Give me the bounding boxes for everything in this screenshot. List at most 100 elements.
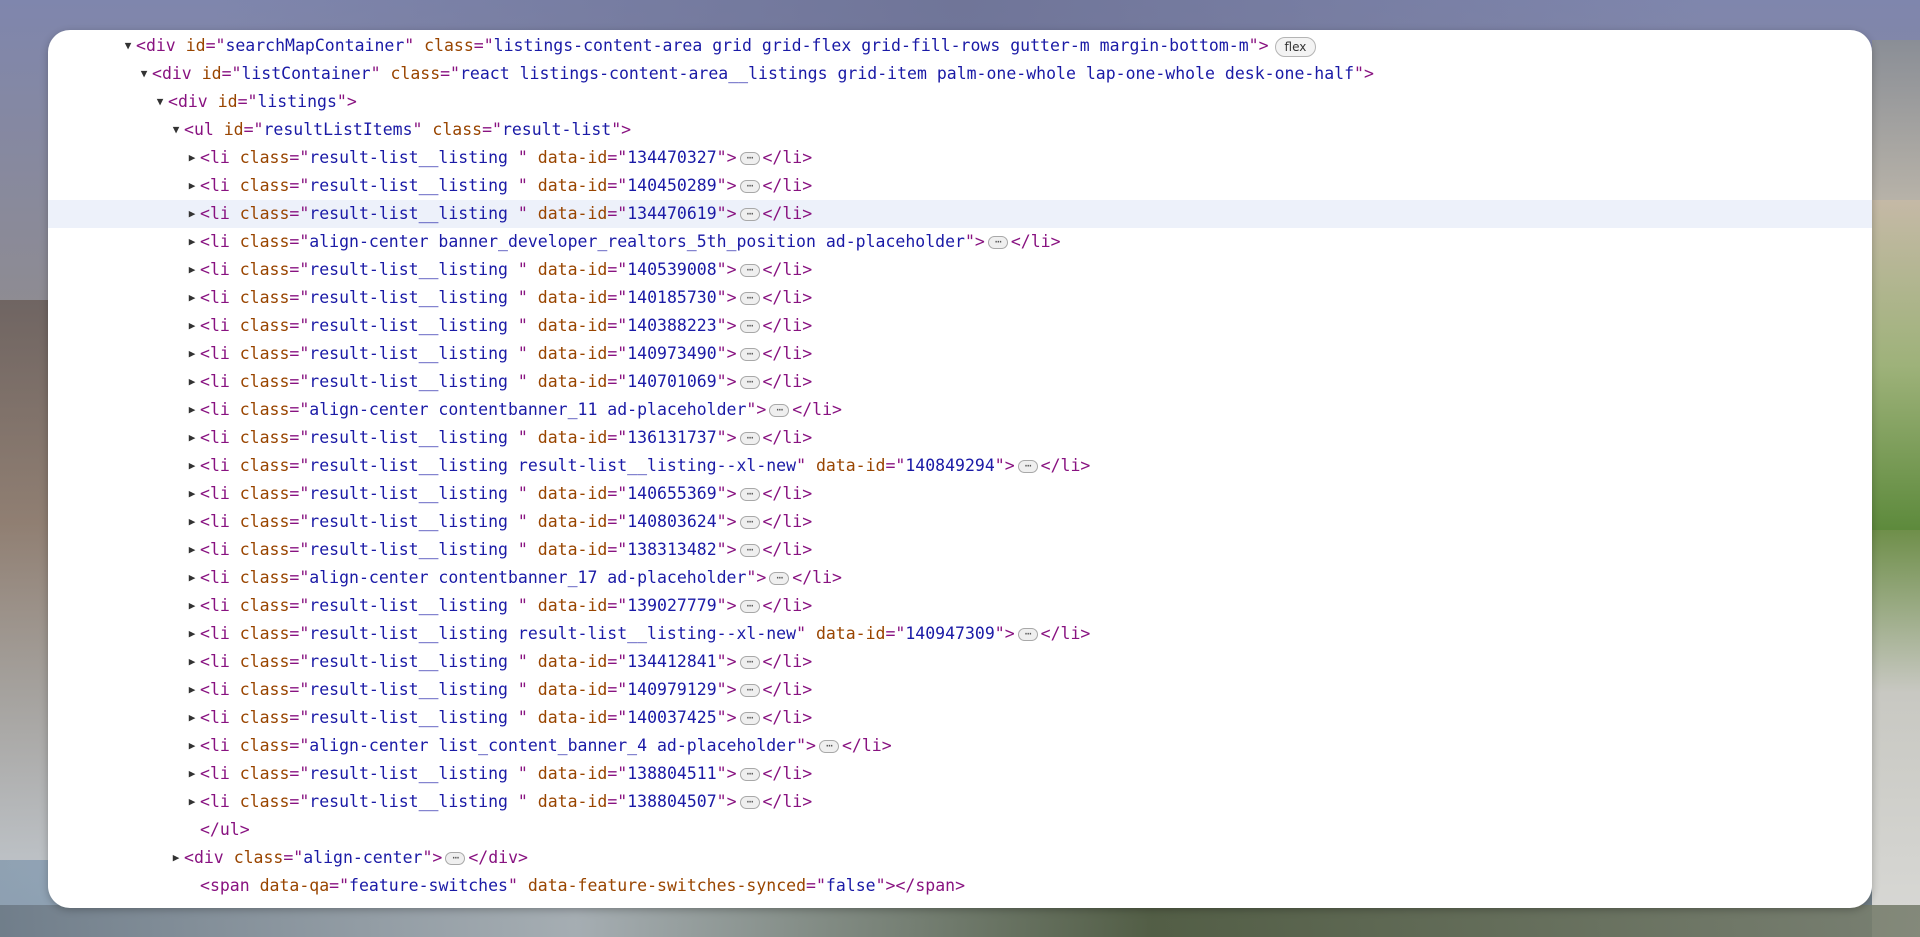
attribute-value[interactable]: 139027779 [627, 596, 716, 615]
attribute-name[interactable]: data-id [538, 260, 608, 279]
collapsed-children-ellipsis-icon[interactable]: ⋯ [445, 852, 466, 865]
attribute-value[interactable]: 134412841 [627, 652, 716, 671]
attribute-name[interactable]: data-id [816, 624, 886, 643]
attribute-value[interactable]: align-center contentbanner_11 ad-placeho… [309, 400, 746, 419]
attribute-name[interactable]: class [240, 456, 290, 475]
attribute-name[interactable]: class [240, 652, 290, 671]
attribute-name[interactable]: class [240, 512, 290, 531]
collapsed-children-ellipsis-icon[interactable]: ⋯ [739, 516, 760, 529]
attribute-name[interactable]: data-id [538, 596, 608, 615]
attribute-name[interactable]: data-id [538, 176, 608, 195]
attribute-value[interactable]: result-list__listing [309, 764, 518, 783]
attribute-name[interactable]: data-id [538, 512, 608, 531]
dom-node-row[interactable]: ▶ <li class="result-list__listing " data-… [48, 592, 1872, 620]
collapsed-children-ellipsis-icon[interactable]: ⋯ [739, 488, 760, 501]
collapsed-children-ellipsis-icon[interactable]: ⋯ [739, 432, 760, 445]
dom-node-row[interactable]: ▶ <li class="align-center list_content_ba… [48, 732, 1872, 760]
collapsed-children-ellipsis-icon[interactable]: ⋯ [987, 236, 1008, 249]
collapsed-children-ellipsis-icon[interactable]: ⋯ [739, 320, 760, 333]
attribute-name[interactable]: class [424, 36, 474, 55]
attribute-name[interactable]: class [240, 260, 290, 279]
collapsed-children-ellipsis-icon[interactable]: ⋯ [739, 292, 760, 305]
attribute-value[interactable]: result-list__listing [309, 484, 518, 503]
attribute-value[interactable]: result-list__listing [309, 596, 518, 615]
collapse-triangle-icon[interactable]: ▶ [184, 620, 200, 648]
attribute-name[interactable]: data-id [538, 708, 608, 727]
collapse-triangle-icon[interactable]: ▶ [184, 200, 200, 228]
attribute-name[interactable]: data-id [538, 680, 608, 699]
dom-node-row[interactable]: ▶ <li class="result-list__listing " data-… [48, 676, 1872, 704]
attribute-name[interactable]: class [240, 596, 290, 615]
attribute-name[interactable]: data-id [816, 456, 886, 475]
attribute-value[interactable]: 140979129 [627, 680, 716, 699]
attribute-value[interactable]: 140037425 [627, 708, 716, 727]
attribute-name[interactable]: class [240, 288, 290, 307]
collapse-triangle-icon[interactable]: ▶ [184, 312, 200, 340]
attribute-value[interactable]: resultListItems [264, 120, 413, 139]
attribute-name[interactable]: data-id [538, 792, 608, 811]
expand-triangle-icon[interactable]: ▼ [152, 88, 168, 116]
dom-node-row[interactable]: ▶ <div class="align-center"> ⋯ </div> [48, 844, 1872, 872]
attribute-name[interactable]: data-id [538, 344, 608, 363]
attribute-name[interactable]: class [432, 120, 482, 139]
collapsed-children-ellipsis-icon[interactable]: ⋯ [739, 656, 760, 669]
dom-node-row[interactable]: ▼ <div id="listings"> [48, 88, 1872, 116]
attribute-name[interactable]: data-id [538, 652, 608, 671]
attribute-value[interactable]: 140450289 [627, 176, 716, 195]
attribute-name[interactable]: data-id [538, 372, 608, 391]
attribute-value[interactable]: 140947309 [905, 624, 994, 643]
attribute-value[interactable]: false [826, 876, 876, 895]
dom-node-row[interactable]: ▶ <li class="result-list__listing " data-… [48, 256, 1872, 284]
attribute-name[interactable]: class [240, 316, 290, 335]
collapsed-children-ellipsis-icon[interactable]: ⋯ [739, 796, 760, 809]
attribute-value[interactable]: searchMapContainer [225, 36, 404, 55]
dom-node-row[interactable]: ▶ <li class="align-center contentbanner_1… [48, 396, 1872, 424]
attribute-name[interactable]: class [240, 344, 290, 363]
attribute-name[interactable]: class [240, 736, 290, 755]
attribute-name[interactable]: class [240, 372, 290, 391]
attribute-value[interactable]: 140539008 [627, 260, 716, 279]
attribute-value[interactable]: result-list__listing [309, 204, 518, 223]
attribute-value[interactable]: align-center [303, 848, 422, 867]
dom-node-row[interactable]: ▶ <li class="align-center banner_develope… [48, 228, 1872, 256]
collapse-triangle-icon[interactable]: ▶ [184, 256, 200, 284]
collapse-triangle-icon[interactable]: ▶ [184, 676, 200, 704]
attribute-value[interactable]: result-list__listing [309, 540, 518, 559]
collapsed-children-ellipsis-icon[interactable]: ⋯ [739, 768, 760, 781]
dom-node-row[interactable]: ▶ <li class="result-list__listing " data-… [48, 284, 1872, 312]
collapsed-children-ellipsis-icon[interactable]: ⋯ [739, 600, 760, 613]
attribute-value[interactable]: align-center contentbanner_17 ad-placeho… [309, 568, 746, 587]
attribute-name[interactable]: class [240, 792, 290, 811]
collapse-triangle-icon[interactable]: ▶ [184, 732, 200, 760]
dom-node-row[interactable]: ▶ <li class="result-list__listing " data-… [48, 760, 1872, 788]
collapsed-children-ellipsis-icon[interactable]: ⋯ [739, 264, 760, 277]
collapse-triangle-icon[interactable]: ▶ [184, 788, 200, 816]
attribute-name[interactable]: id [186, 36, 206, 55]
collapsed-children-ellipsis-icon[interactable]: ⋯ [739, 180, 760, 193]
attribute-value[interactable]: 138804511 [627, 764, 716, 783]
dom-node-row[interactable]: ▼ <div id="listContainer" class="react li… [48, 60, 1872, 88]
collapse-triangle-icon[interactable]: ▶ [184, 368, 200, 396]
attribute-name[interactable]: class [234, 848, 284, 867]
collapse-triangle-icon[interactable]: ▶ [184, 228, 200, 256]
expand-triangle-icon[interactable]: ▼ [120, 32, 136, 60]
collapsed-children-ellipsis-icon[interactable]: ⋯ [818, 740, 839, 753]
flex-layout-badge[interactable]: flex [1274, 36, 1317, 57]
attribute-value[interactable]: 140185730 [627, 288, 716, 307]
attribute-value[interactable]: feature-switches [349, 876, 508, 895]
attribute-name[interactable]: id [224, 120, 244, 139]
attribute-name[interactable]: class [240, 232, 290, 251]
attribute-name[interactable]: class [240, 708, 290, 727]
attribute-name[interactable]: class [240, 680, 290, 699]
collapsed-children-ellipsis-icon[interactable]: ⋯ [739, 348, 760, 361]
attribute-name[interactable]: class [240, 400, 290, 419]
dom-node-row[interactable]: ▶ <li class="result-list__listing " data-… [48, 340, 1872, 368]
dom-node-row[interactable]: ▶ <li class="align-center contentbanner_1… [48, 564, 1872, 592]
attribute-value[interactable]: 134470327 [627, 148, 716, 167]
attribute-name[interactable]: data-id [538, 204, 608, 223]
attribute-value[interactable]: 140849294 [905, 456, 994, 475]
collapsed-children-ellipsis-icon[interactable]: ⋯ [739, 152, 760, 165]
attribute-name[interactable]: data-id [538, 428, 608, 447]
dom-node-row[interactable]: ▶ <li class="result-list__listing " data-… [48, 508, 1872, 536]
collapsed-children-ellipsis-icon[interactable]: ⋯ [739, 376, 760, 389]
